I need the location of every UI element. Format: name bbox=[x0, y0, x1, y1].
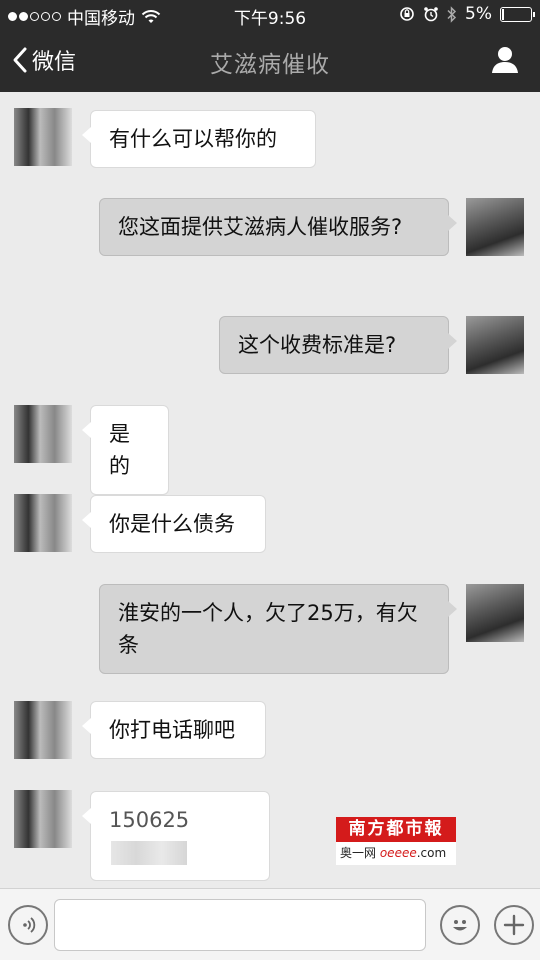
contact-avatar[interactable] bbox=[14, 790, 72, 848]
message-bubble[interactable]: 这个收费标准是? bbox=[219, 316, 457, 374]
message-bubble[interactable]: 你是什么债务 bbox=[82, 495, 266, 553]
my-avatar[interactable] bbox=[466, 316, 524, 374]
message-bubble[interactable]: 你打电话聊吧 bbox=[82, 701, 266, 759]
my-avatar[interactable] bbox=[466, 198, 524, 256]
status-bar: 中国移动 下午9:56 5% bbox=[0, 0, 540, 30]
contact-avatar[interactable] bbox=[14, 701, 72, 759]
watermark-line1: 奥一网 bbox=[340, 846, 377, 860]
message-bubble[interactable]: 是的 bbox=[82, 405, 169, 495]
phone-number-bubble[interactable]: 150625 bbox=[82, 791, 270, 881]
battery-icon bbox=[500, 6, 535, 22]
emoji-icon bbox=[453, 920, 467, 931]
status-right: 5% bbox=[399, 4, 535, 24]
watermark-title: 南方都市報 bbox=[336, 817, 456, 842]
watermark-site: 奥一网 oeeee.com bbox=[336, 842, 456, 865]
phone-number-text: 150625 bbox=[109, 808, 190, 832]
profile-button[interactable] bbox=[490, 44, 520, 78]
redacted-block bbox=[111, 841, 187, 865]
emoji-button[interactable] bbox=[440, 905, 480, 945]
person-icon bbox=[492, 47, 518, 73]
contact-avatar[interactable] bbox=[14, 108, 72, 166]
plus-button[interactable] bbox=[494, 905, 534, 945]
battery-percent: 5% bbox=[465, 4, 492, 24]
message-input[interactable] bbox=[54, 899, 426, 951]
chat-area[interactable]: 有什么可以帮你的 您这面提供艾滋病人催收服务? 这个收费标准是? 是的 你是什么… bbox=[0, 92, 540, 888]
my-avatar[interactable] bbox=[466, 584, 524, 642]
bluetooth-icon bbox=[447, 5, 457, 23]
contact-avatar[interactable] bbox=[14, 405, 72, 463]
alarm-icon bbox=[424, 7, 438, 22]
input-bar bbox=[0, 888, 540, 960]
chat-title: 艾滋病催收 bbox=[210, 52, 330, 78]
voice-icon bbox=[23, 917, 36, 933]
contact-avatar[interactable] bbox=[14, 494, 72, 552]
orientation-lock-icon bbox=[400, 7, 414, 21]
watermark-line2: oeeee bbox=[379, 846, 417, 860]
nav-bar: 微信 艾滋病催收 bbox=[0, 30, 540, 92]
message-bubble[interactable]: 有什么可以帮你的 bbox=[82, 110, 316, 168]
message-bubble[interactable]: 您这面提供艾滋病人催收服务? bbox=[99, 198, 457, 256]
message-bubble[interactable]: 淮安的一个人，欠了25万，有欠条 bbox=[99, 584, 457, 674]
newspaper-watermark: 南方都市報 奥一网 oeeee.com bbox=[336, 817, 456, 865]
plus-icon bbox=[503, 914, 525, 936]
watermark-line3: .com bbox=[416, 846, 447, 860]
voice-button[interactable] bbox=[8, 905, 48, 945]
